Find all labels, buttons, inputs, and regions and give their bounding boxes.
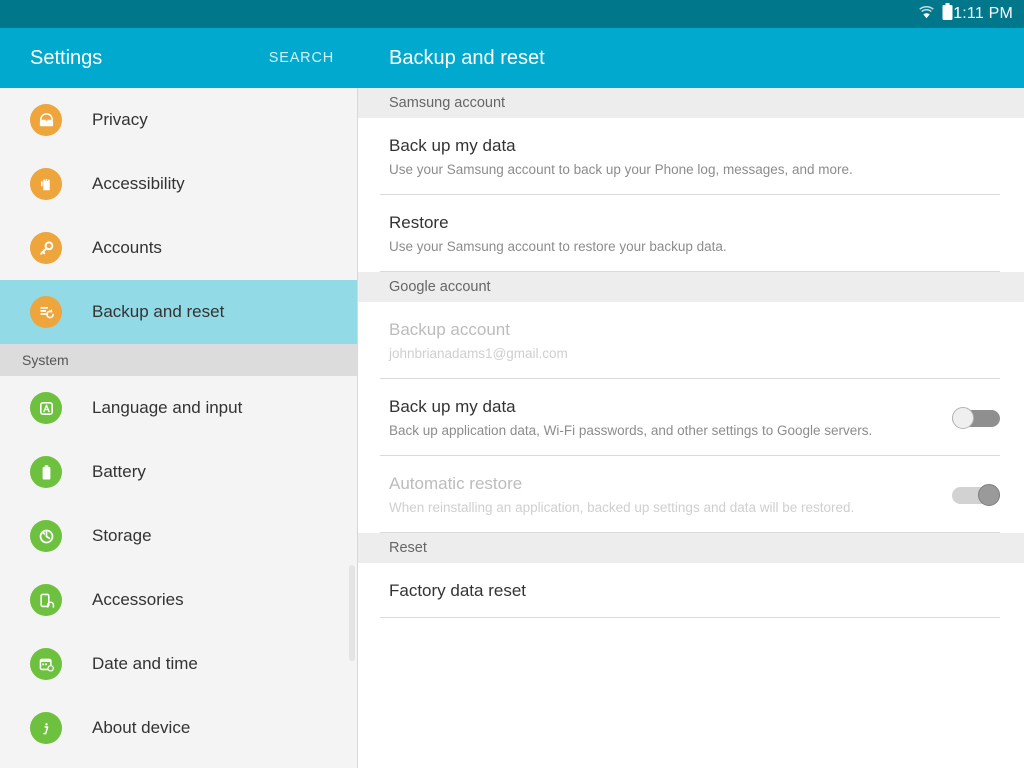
sidebar-item-about-device[interactable]: About device bbox=[0, 696, 357, 760]
settings-row-title: Factory data reset bbox=[389, 581, 527, 600]
sidebar-list: Privacy Accessibility Accounts Backup and r… bbox=[0, 88, 357, 760]
section-header: Google account bbox=[358, 272, 1024, 302]
sidebar-item-date-and-time[interactable]: Date and time bbox=[0, 632, 357, 696]
sidebar-item-label: About device bbox=[92, 718, 191, 737]
storage-icon bbox=[30, 520, 62, 552]
settings-row-subtitle: Use your Samsung account to back up your… bbox=[389, 162, 853, 177]
sidebar-item-privacy[interactable]: Privacy bbox=[0, 88, 357, 152]
settings-row: Backup account johnbrianadams1@gmail.com bbox=[358, 302, 1024, 379]
settings-title: Settings bbox=[30, 46, 103, 69]
settings-row[interactable]: Back up my data Use your Samsung account … bbox=[358, 118, 1024, 195]
sidebar-item-label: Accounts bbox=[92, 238, 162, 257]
sidebar-item-label: Accessories bbox=[92, 590, 184, 609]
status-bar-icons bbox=[918, 3, 953, 25]
settings-row-subtitle: johnbrianadams1@gmail.com bbox=[389, 346, 568, 361]
section-header: Reset bbox=[358, 533, 1024, 563]
settings-row-subtitle: When reinstalling an application, backed… bbox=[389, 500, 855, 515]
sidebar-item-accounts[interactable]: Accounts bbox=[0, 216, 357, 280]
settings-row: Automatic restore When reinstalling an ap… bbox=[358, 456, 1024, 533]
settings-row-subtitle: Use your Samsung account to restore your… bbox=[389, 239, 727, 254]
settings-list: Samsung account Back up my data Use your S… bbox=[358, 88, 1024, 618]
accessibility-icon bbox=[30, 168, 62, 200]
settings-row-title: Back up my data bbox=[389, 397, 516, 416]
sidebar-scrollbar-thumb[interactable] bbox=[349, 565, 355, 661]
sidebar-section-header: System bbox=[0, 344, 357, 376]
toggle-switch bbox=[952, 483, 1000, 506]
sidebar-item-label: Battery bbox=[92, 462, 146, 481]
search-button[interactable]: SEARCH bbox=[269, 50, 334, 66]
page-title: Backup and reset bbox=[389, 46, 545, 69]
settings-row-subtitle: Back up application data, Wi-Fi password… bbox=[389, 423, 873, 438]
settings-app-bar: Settings SEARCH bbox=[0, 28, 358, 88]
settings-row-title: Automatic restore bbox=[389, 474, 523, 493]
row-divider bbox=[380, 532, 1000, 533]
sidebar-item-label: Privacy bbox=[92, 110, 148, 129]
settings-sidebar[interactable]: Privacy Accessibility Accounts Backup and r… bbox=[0, 88, 358, 768]
sidebar-item-label: Date and time bbox=[92, 654, 198, 673]
sidebar-item-storage[interactable]: Storage bbox=[0, 504, 357, 568]
sidebar-item-accessories[interactable]: Accessories bbox=[0, 568, 357, 632]
settings-row[interactable]: Back up my data Back up application data,… bbox=[358, 379, 1024, 456]
sidebar-item-accessibility[interactable]: Accessibility bbox=[0, 152, 357, 216]
status-bar-clock: 1:11 PM bbox=[953, 5, 1013, 22]
settings-row-title: Backup account bbox=[389, 320, 510, 339]
sidebar-item-label: Accessibility bbox=[92, 174, 185, 193]
sidebar-item-label: Storage bbox=[92, 526, 152, 545]
info-icon bbox=[30, 712, 62, 744]
panel-app-bar: Backup and reset bbox=[358, 28, 1024, 88]
status-bar: 1:11 PM bbox=[0, 0, 1024, 28]
backup-and-reset-panel: Samsung account Back up my data Use your S… bbox=[358, 88, 1024, 768]
row-divider bbox=[380, 271, 1000, 272]
wifi-icon bbox=[918, 5, 935, 24]
battery-icon bbox=[942, 3, 953, 25]
toggle-switch[interactable] bbox=[952, 406, 1000, 429]
date-time-icon bbox=[30, 648, 62, 680]
backup-reset-icon bbox=[30, 296, 62, 328]
language-icon bbox=[30, 392, 62, 424]
battery-icon bbox=[30, 456, 62, 488]
section-header: Samsung account bbox=[358, 88, 1024, 118]
sidebar-item-label: Backup and reset bbox=[92, 302, 225, 321]
privacy-icon bbox=[30, 104, 62, 136]
sidebar-item-label: Language and input bbox=[92, 398, 243, 417]
settings-row[interactable]: Factory data reset bbox=[358, 563, 1024, 618]
key-icon bbox=[30, 232, 62, 264]
settings-row-title: Back up my data bbox=[389, 136, 516, 155]
toggle-knob bbox=[978, 483, 1000, 506]
row-divider bbox=[380, 617, 1000, 618]
sidebar-item-language-and-input[interactable]: Language and input bbox=[0, 376, 357, 440]
settings-row-title: Restore bbox=[389, 213, 449, 232]
sidebar-item-battery[interactable]: Battery bbox=[0, 440, 357, 504]
toggle-knob bbox=[952, 406, 974, 429]
sidebar-item-backup-and-reset[interactable]: Backup and reset bbox=[0, 280, 357, 344]
settings-row[interactable]: Restore Use your Samsung account to resto… bbox=[358, 195, 1024, 272]
accessories-icon bbox=[30, 584, 62, 616]
